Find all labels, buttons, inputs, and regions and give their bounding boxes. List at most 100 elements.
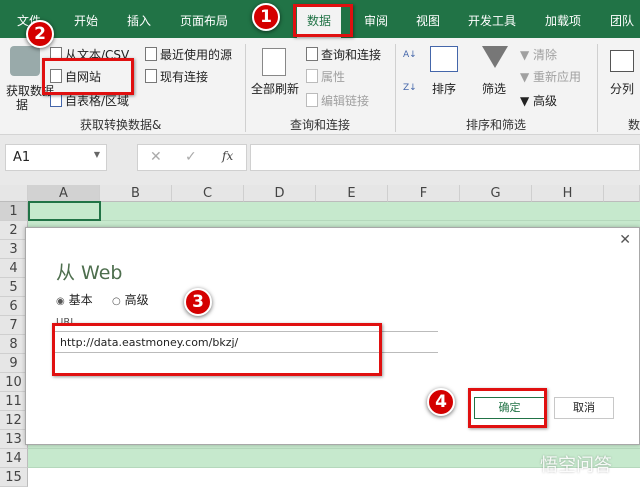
- tab-team[interactable]: 团队: [610, 12, 634, 29]
- row-header[interactable]: 6: [0, 297, 28, 316]
- queries-connections-button[interactable]: 查询和连接: [306, 46, 381, 63]
- label: 自表格/区域: [65, 94, 130, 108]
- filter-button[interactable]: 筛选: [482, 80, 506, 97]
- dialog-title: 从 Web: [56, 262, 123, 284]
- label: 高级: [124, 293, 149, 307]
- label: 重新应用: [533, 70, 582, 84]
- reapply-button[interactable]: ▼ 重新应用: [520, 68, 581, 85]
- column-header[interactable]: F: [388, 185, 460, 202]
- clock-document-icon: [145, 47, 157, 61]
- tab-addins[interactable]: 加载项: [545, 12, 581, 29]
- column-header[interactable]: C: [172, 185, 244, 202]
- sort-desc-button[interactable]: Z↓: [403, 83, 417, 93]
- fx-icon[interactable]: fx: [222, 149, 233, 163]
- cancel-button[interactable]: 取消: [554, 397, 614, 419]
- tab-page-layout[interactable]: 页面布局: [180, 12, 228, 29]
- row-header[interactable]: 11: [0, 392, 28, 411]
- highlight-url: [52, 323, 382, 376]
- properties-button[interactable]: 属性: [306, 68, 345, 85]
- text-to-columns-icon: [610, 50, 634, 72]
- column-header[interactable]: G: [460, 185, 532, 202]
- row-header[interactable]: 9: [0, 354, 28, 373]
- table-icon: [50, 93, 62, 107]
- radio-selected-icon: ◉: [56, 296, 65, 307]
- clear-button[interactable]: ▼ 清除: [520, 46, 557, 63]
- properties-icon: [306, 69, 318, 83]
- row-header[interactable]: 12: [0, 411, 28, 430]
- label: 属性: [321, 70, 346, 84]
- close-icon[interactable]: ✕: [619, 232, 631, 248]
- divider: [245, 44, 246, 132]
- tab-home[interactable]: 开始: [74, 12, 98, 29]
- cancel-icon[interactable]: ✕: [150, 149, 162, 165]
- get-data-button-line2[interactable]: 据: [16, 96, 28, 113]
- step-badge-4: 4: [427, 388, 455, 416]
- row-header[interactable]: 15: [0, 468, 28, 487]
- row-header[interactable]: 8: [0, 335, 28, 354]
- label: 高级: [533, 94, 558, 108]
- step-badge-3: 3: [184, 288, 212, 316]
- label: 查询和连接: [321, 48, 382, 62]
- row-1-cells[interactable]: [28, 202, 640, 221]
- chevron-down-icon[interactable]: ▼: [94, 150, 100, 159]
- text-to-columns-button[interactable]: 分列: [610, 80, 634, 97]
- radio-advanced[interactable]: ○ 高级: [112, 291, 149, 308]
- row-header[interactable]: 14: [0, 449, 28, 468]
- watermark: 悟空问答: [540, 455, 612, 476]
- existing-connections-button[interactable]: 现有连接: [145, 68, 208, 85]
- active-cell-a1[interactable]: [28, 201, 101, 221]
- query-icon: [306, 47, 318, 61]
- divider: [395, 44, 396, 132]
- filter-icon: [482, 46, 508, 68]
- sort-asc-button[interactable]: A↓: [403, 50, 417, 60]
- label: 现有连接: [160, 70, 209, 84]
- formula-input[interactable]: [250, 144, 640, 171]
- column-header[interactable]: H: [532, 185, 604, 202]
- row-header[interactable]: 13: [0, 430, 28, 449]
- group-data-tools: 数: [628, 118, 640, 132]
- row-header[interactable]: 1: [0, 202, 28, 221]
- group-get-transform: 获取转换数据&: [80, 118, 162, 132]
- row-header[interactable]: 2: [0, 221, 28, 240]
- column-header[interactable]: E: [316, 185, 388, 202]
- formula-buttons: ✕ ✓ fx: [137, 144, 247, 171]
- select-all[interactable]: [0, 185, 28, 202]
- highlight-from-web: [42, 58, 134, 95]
- column-header[interactable]: [604, 185, 640, 202]
- edit-links-button[interactable]: 编辑链接: [306, 92, 369, 109]
- radio-empty-icon: ○: [112, 296, 121, 307]
- row-header[interactable]: 5: [0, 278, 28, 297]
- link-icon: [306, 93, 318, 107]
- column-header[interactable]: A: [28, 185, 100, 202]
- tab-view[interactable]: 视图: [416, 12, 440, 29]
- database-icon: [10, 46, 40, 76]
- row-header[interactable]: 10: [0, 373, 28, 392]
- column-header[interactable]: B: [100, 185, 172, 202]
- label: 基本: [68, 293, 93, 307]
- recent-sources-button[interactable]: 最近使用的源: [145, 46, 232, 63]
- tab-developer[interactable]: 开发工具: [468, 12, 516, 29]
- row-header[interactable]: 7: [0, 316, 28, 335]
- label: 编辑链接: [321, 94, 370, 108]
- sort-button[interactable]: 排序: [432, 80, 456, 97]
- advanced-button[interactable]: ▼ 高级: [520, 92, 557, 109]
- row-header[interactable]: 3: [0, 240, 28, 259]
- label: 最近使用的源: [160, 48, 233, 62]
- tab-review[interactable]: 审阅: [364, 12, 388, 29]
- tab-insert[interactable]: 插入: [127, 12, 151, 29]
- radio-basic[interactable]: ◉ 基本: [56, 291, 93, 308]
- group-queries: 查询和连接: [290, 118, 351, 132]
- formula-bar: A1 ▼ ✕ ✓ fx: [0, 135, 640, 185]
- step-badge-2: 2: [26, 20, 54, 48]
- enter-icon[interactable]: ✓: [185, 149, 197, 165]
- sort-icon: [430, 46, 458, 72]
- row-header[interactable]: 4: [0, 259, 28, 278]
- name-box-value: A1: [13, 150, 31, 165]
- name-box[interactable]: A1 ▼: [5, 144, 107, 171]
- highlight-data-tab: [293, 4, 353, 37]
- divider: [597, 44, 598, 132]
- connection-icon: [145, 69, 157, 83]
- refresh-all-button[interactable]: 全部刷新: [251, 80, 299, 97]
- column-header[interactable]: D: [244, 185, 316, 202]
- highlight-ok: [468, 388, 547, 428]
